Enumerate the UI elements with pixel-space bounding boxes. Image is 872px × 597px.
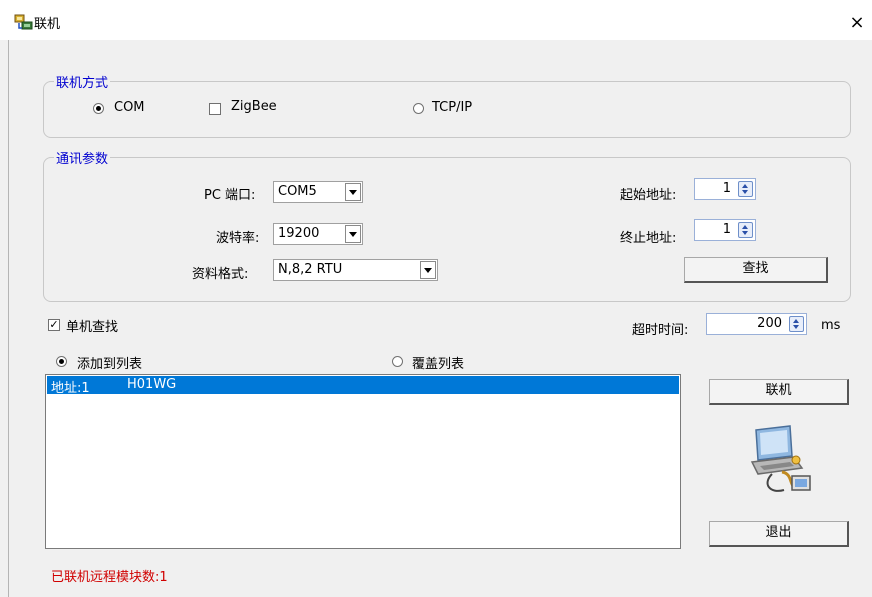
chevron-down-icon: [345, 183, 361, 201]
spinner-arrows-icon[interactable]: [738, 181, 753, 197]
timeout-unit: ms: [821, 318, 841, 333]
baud-value: 19200: [278, 226, 320, 241]
start-address-label: 起始地址:: [620, 188, 677, 203]
check-icon: ✓: [49, 318, 59, 331]
spinner-arrows-icon[interactable]: [738, 222, 753, 238]
tcpip-label: TCP/IP: [432, 100, 473, 115]
spinner-arrows-icon[interactable]: [789, 316, 804, 332]
window-border: [8, 40, 9, 597]
add-to-list-radio[interactable]: [56, 356, 67, 367]
connected-count-status: 已联机远程模块数:1: [51, 570, 168, 585]
single-search-checkbox[interactable]: ✓: [48, 319, 60, 331]
baud-select[interactable]: 19200: [273, 223, 363, 245]
format-value: N,8,2 RTU: [278, 262, 343, 277]
format-label: 资料格式:: [192, 267, 249, 282]
device-address: 地址:1: [51, 381, 90, 396]
timeout-spinner[interactable]: 200: [706, 313, 807, 335]
close-button[interactable]: ×: [846, 12, 868, 34]
chevron-down-icon: [345, 225, 361, 243]
overwrite-list-label: 覆盖列表: [412, 357, 465, 372]
com-label: COM: [114, 100, 145, 115]
timeout-value: 200: [757, 316, 782, 331]
single-search-label: 单机查找: [66, 320, 119, 335]
com-radio[interactable]: [93, 103, 104, 114]
connection-mode-legend: 联机方式: [56, 76, 109, 91]
network-computer-icon: [14, 14, 34, 32]
exit-button[interactable]: 退出: [709, 521, 849, 547]
format-select[interactable]: N,8,2 RTU: [273, 259, 438, 281]
end-address-label: 终止地址:: [620, 231, 677, 246]
device-list[interactable]: 地址:1 H01WG: [45, 374, 681, 549]
connect-button[interactable]: 联机: [709, 379, 849, 405]
start-address-spinner[interactable]: 1: [694, 178, 756, 200]
port-select[interactable]: COM5: [273, 181, 363, 203]
start-address-value: 1: [722, 181, 731, 196]
close-icon: ×: [849, 12, 865, 33]
zigbee-label: ZigBee: [231, 99, 277, 114]
port-label: PC 端口:: [204, 188, 256, 203]
chevron-down-icon: [420, 261, 436, 279]
computer-cable-icon: [742, 424, 814, 496]
title-bar: [0, 0, 872, 40]
tcpip-radio[interactable]: [413, 103, 424, 114]
end-address-spinner[interactable]: 1: [694, 219, 756, 241]
window-title: 联机: [34, 17, 61, 32]
list-item[interactable]: 地址:1 H01WG: [47, 376, 679, 396]
end-address-value: 1: [722, 222, 731, 237]
overwrite-list-radio[interactable]: [392, 356, 403, 367]
device-name: H01WG: [127, 377, 177, 392]
port-value: COM5: [278, 184, 317, 199]
timeout-label: 超时时间:: [632, 323, 689, 338]
zigbee-checkbox[interactable]: [209, 103, 221, 115]
search-button[interactable]: 查找: [684, 257, 828, 283]
baud-label: 波特率:: [216, 231, 260, 246]
comm-params-legend: 通讯参数: [56, 152, 109, 167]
add-to-list-label: 添加到列表: [77, 357, 143, 372]
